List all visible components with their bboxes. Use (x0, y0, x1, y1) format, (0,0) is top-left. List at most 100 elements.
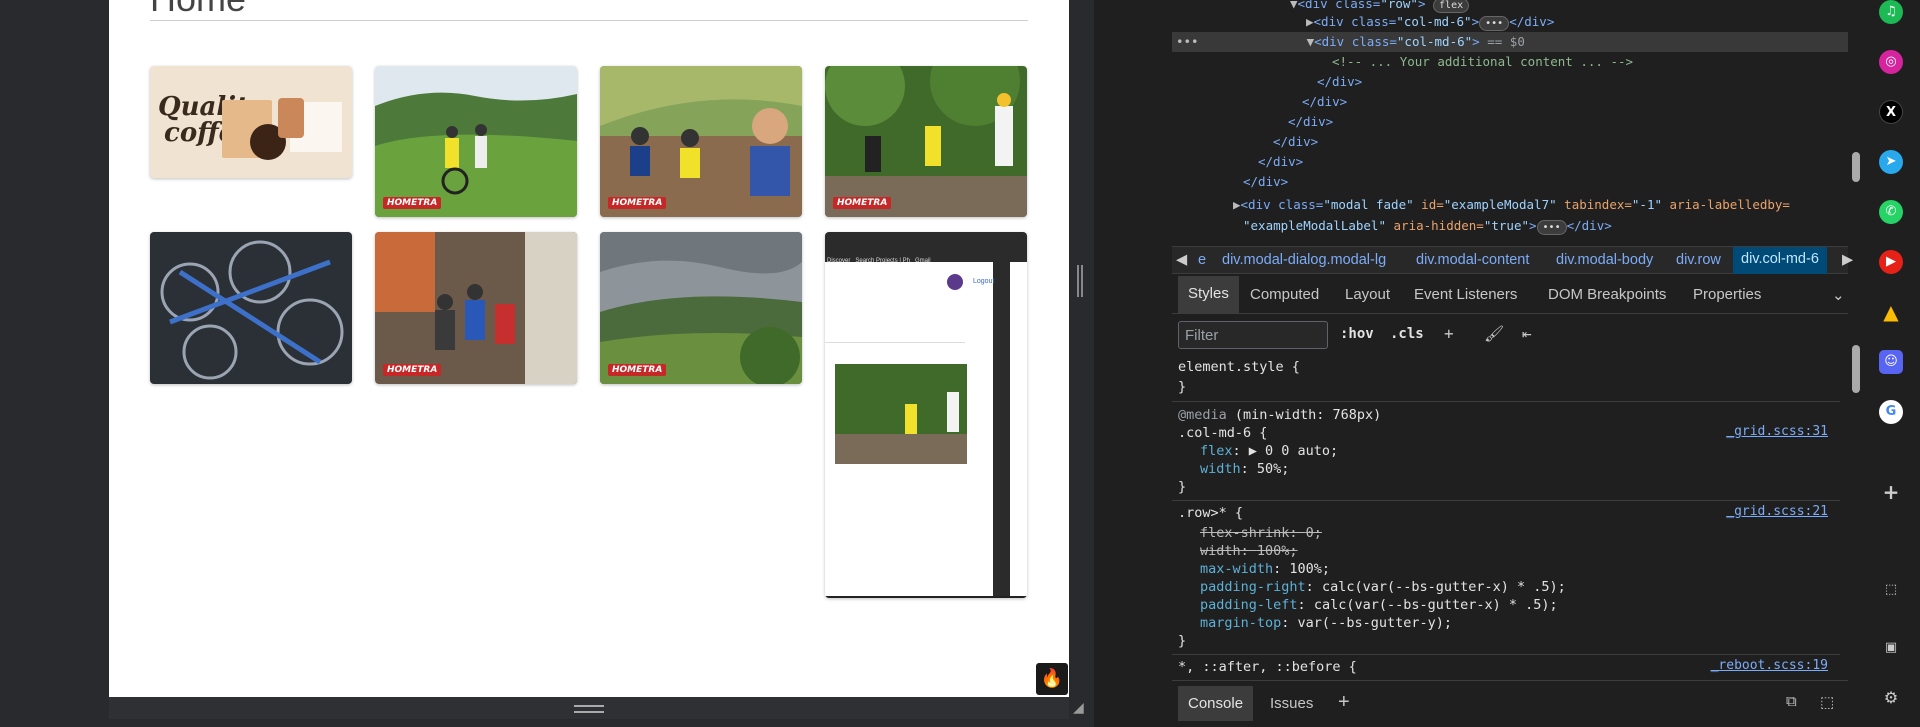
prop-name[interactable]: margin-top (1200, 615, 1281, 631)
breadcrumb: ◀ e div.modal-dialog.modal-lg div.modal-… (1172, 246, 1853, 274)
add-tab-icon[interactable]: + (1338, 691, 1350, 714)
crumb-4[interactable]: div.row (1676, 252, 1721, 268)
discord-icon[interactable]: ☺ (1879, 350, 1903, 374)
tab-properties[interactable]: Properties (1693, 286, 1761, 303)
google-drive-icon[interactable]: ▲ (1879, 300, 1903, 324)
prop-value[interactable]: 100%; (1257, 543, 1298, 559)
prop-name[interactable]: padding-left (1200, 597, 1298, 613)
tab-console[interactable]: Console (1178, 686, 1254, 721)
crumb-3[interactable]: div.modal-body (1556, 252, 1653, 268)
prop-value[interactable]: 0; (1306, 525, 1322, 541)
dock-icon[interactable]: ⧉ (1786, 693, 1797, 710)
media-keyword: @media (1178, 407, 1227, 423)
chevron-down-icon[interactable]: ⌄ (1832, 286, 1845, 304)
link-grid-31[interactable]: _grid.scss:31 (1726, 424, 1828, 439)
rule-element-style[interactable]: element.style { (1178, 358, 1300, 376)
photo-cyclists-selfie (600, 66, 802, 217)
gear-icon[interactable]: ⚙ (1879, 686, 1903, 710)
rule-divider (1172, 500, 1840, 501)
prop-value[interactable]: calc(var(--bs-gutter-x) * .5); (1322, 579, 1566, 595)
thumbnail-nested-browser-screenshot[interactable]: Discover Search Projects | Ph Gmail Logo… (825, 232, 1027, 598)
rule-universal-selector[interactable]: *, ::after, ::before { (1178, 658, 1357, 676)
tab-dom-breakpoints[interactable]: DOM Breakpoints (1548, 286, 1666, 303)
nested-tab-3: Gmail (914, 258, 931, 264)
instagram-icon[interactable]: ◎ (1879, 50, 1903, 74)
rule-close: } (1178, 479, 1187, 495)
prop-name[interactable]: flex-shrink (1200, 525, 1289, 541)
rule-col-selector[interactable]: .col-md-6 { (1178, 424, 1267, 442)
crumb-5-active[interactable]: div.col-md-6 (1733, 247, 1827, 274)
google-icon[interactable]: G (1879, 400, 1903, 424)
add-sidebar-app-icon[interactable]: + (1879, 480, 1903, 504)
link-grid-21[interactable]: _grid.scss:21 (1726, 504, 1828, 519)
thumbnail-cyclists-gathering[interactable]: HOMETRA (375, 232, 577, 384)
dom-scrollbar[interactable] (1852, 152, 1860, 182)
sidebar-toggle-icon[interactable]: ▣ (1879, 636, 1903, 660)
thumbnail-cyclists-under-trees[interactable]: HOMETRA (825, 66, 1027, 217)
photo-watermark: HOMETRA (383, 364, 442, 376)
crumb-left-arrow[interactable]: ◀ (1176, 252, 1187, 268)
thumbnail-quality-coffee[interactable]: Quality coffee (150, 66, 352, 178)
web-page: Home Quality coffee HOMETRA (109, 0, 1069, 697)
undock-icon[interactable]: ⬚ (1820, 693, 1834, 711)
link-reboot-19[interactable]: _reboot.scss:19 (1711, 658, 1828, 673)
thumbnail-cyclists-valley[interactable]: HOMETRA (375, 66, 577, 217)
sidebar-toggle-icon[interactable]: ⇤ (1522, 324, 1532, 343)
photo-watermark: HOMETRA (608, 197, 667, 209)
tab-issues[interactable]: Issues (1270, 695, 1313, 712)
prop-name[interactable]: width (1200, 461, 1241, 477)
photo-cyclists-valley (375, 66, 577, 217)
title-divider (150, 20, 1028, 21)
resize-handle[interactable] (574, 705, 604, 713)
paint-brush-icon[interactable]: 🖌 (1484, 324, 1504, 343)
crumb-2[interactable]: div.modal-content (1416, 252, 1529, 268)
x-twitter-icon[interactable]: X (1879, 100, 1903, 124)
corner-resize-icon[interactable]: ◢ (1073, 700, 1089, 716)
styles-scrollbar[interactable] (1852, 345, 1860, 393)
dom-close: </div> (1273, 134, 1319, 149)
youtube-icon[interactable]: ▶ (1879, 250, 1903, 274)
thumbnail-cyclists-group-selfie[interactable]: HOMETRA (600, 66, 802, 217)
tab-layout[interactable]: Layout (1345, 286, 1390, 303)
add-rule-icon[interactable]: + (1444, 324, 1454, 343)
spotify-icon[interactable]: ♫ (1879, 0, 1903, 24)
fire-icon[interactable]: 🔥 (1036, 663, 1068, 695)
prop-value[interactable]: var(--bs-gutter-y); (1298, 615, 1452, 631)
telegram-icon[interactable]: ➤ (1879, 150, 1903, 174)
rule-close: } (1178, 633, 1187, 649)
photo-cyclists-gathering (375, 232, 577, 384)
crumb-right-arrow[interactable]: ▶ (1842, 252, 1853, 268)
thumbnail-bike-pile[interactable] (150, 232, 352, 384)
crumb-0[interactable]: e (1198, 252, 1206, 268)
prop-name[interactable]: flex (1200, 443, 1233, 459)
prop-name[interactable]: max-width (1200, 561, 1273, 577)
tab-event-listeners[interactable]: Event Listeners (1414, 286, 1517, 303)
screenshot-icon[interactable]: ⬚ (1879, 578, 1903, 602)
rule-divider (1172, 401, 1840, 402)
hov-toggle[interactable]: :hov (1340, 326, 1374, 342)
dom-line-col-2-selected[interactable]: ••• ▼<div class="col-md-6"> == $0 (1172, 32, 1848, 52)
prop-value[interactable]: 100%; (1289, 561, 1330, 577)
prop-value[interactable]: 50%; (1257, 461, 1290, 477)
devtools-panel: ▼<div class="row"> flex ▶<div class="col… (1172, 0, 1860, 727)
crumb-1[interactable]: div.modal-dialog.modal-lg (1222, 252, 1386, 268)
panel-splitter[interactable] (1077, 265, 1083, 297)
nested-photo (835, 364, 967, 464)
browser-sidebar: ♫ ◎ X ➤ ✆ ▶ ▲ ☺ G + ⬚ ▣ ⚙ (1862, 0, 1920, 727)
prop-value[interactable]: calc(var(--bs-gutter-x) * .5); (1314, 597, 1558, 613)
nested-tab-1: Discover (827, 258, 851, 264)
photo-mountain-landscape (600, 232, 802, 384)
prop-value[interactable]: ▶ 0 0 auto; (1249, 443, 1338, 459)
rule-row-selector[interactable]: .row>* { (1178, 504, 1243, 522)
cls-toggle[interactable]: .cls (1390, 326, 1424, 342)
filter-input[interactable]: Filter (1178, 321, 1328, 349)
dom-line-col-1[interactable]: ▶<div class="col-md-6"> ••• </div> (1172, 12, 1848, 32)
tab-computed[interactable]: Computed (1250, 286, 1319, 303)
dom-line-modal[interactable]: ▶<div class="modal fade" id="exampleModa… (1172, 195, 1848, 215)
tab-styles[interactable]: Styles (1178, 276, 1239, 314)
thumbnail-mountain-landscape[interactable]: HOMETRA (600, 232, 802, 384)
dom-line-modal-cont[interactable]: "exampleModalLabel" aria-hidden="true"> •… (1172, 216, 1848, 236)
whatsapp-icon[interactable]: ✆ (1879, 200, 1903, 224)
prop-name[interactable]: padding-right (1200, 579, 1306, 595)
prop-name[interactable]: width (1200, 543, 1241, 559)
